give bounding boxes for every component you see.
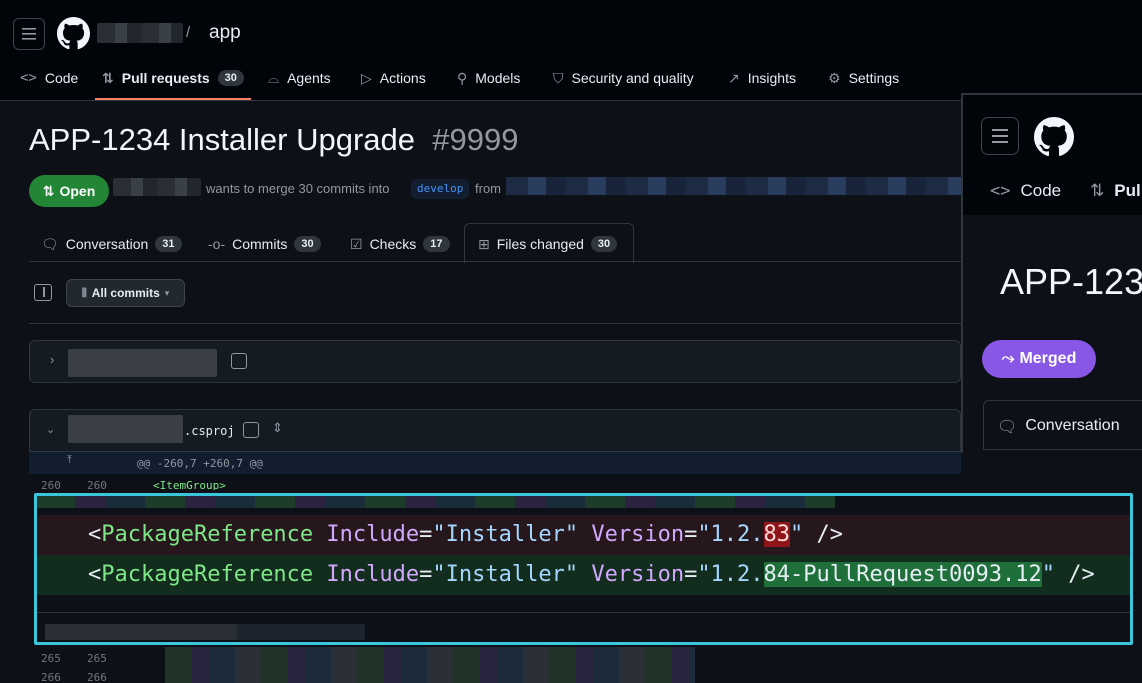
breadcrumb-separator: / [186,24,191,41]
tab-checks-label: Checks [369,236,417,252]
conversation-counter: 31 [155,236,182,252]
tab-commits-label: Commits [232,236,288,252]
status-badge-label: Open [59,183,96,199]
tab-models[interactable]: ⚲ Models [457,66,520,90]
merged-status-label: Merged [1019,350,1077,367]
inset-tab-pull-label: Pul [1114,181,1141,200]
shield-icon: ⛉ [553,69,564,86]
hamburger-icon [22,28,36,40]
tab-pull-requests-label: Pull requests [121,70,210,86]
checklist-icon: ☑ [350,235,363,252]
inset-tab-conversation-label: Conversation [1025,417,1120,434]
from-label: from [475,181,501,196]
tab-insights-label: Insights [747,70,796,86]
hamburger-icon [992,129,1008,143]
commit-icon: -o- [208,236,226,252]
comment-icon: 🗨 [997,419,1018,436]
author-redacted[interactable] [113,178,201,196]
chevron-down-icon[interactable]: ⌄ [46,423,55,436]
agents-icon: ⌓ [268,69,280,86]
pr-number: #9999 [432,122,519,157]
file-name-redacted[interactable] [68,349,217,377]
gear-icon: ⚙ [828,69,841,86]
tab-files-changed[interactable]: ⊞ Files changed 30 [478,232,618,256]
inset-tab-conversation[interactable]: 🗨 Conversation [997,417,1120,437]
line-number-new: 265 [87,652,107,665]
line-number-new: 266 [87,671,107,683]
inset-tab-code[interactable]: <> Code [990,181,1061,201]
tab-pull-requests[interactable]: ⇅ Pull requests 30 [102,66,244,90]
inset-tab-code-label: Code [1020,181,1062,200]
code-icon: <> [20,70,37,86]
tab-agents[interactable]: ⌓ Agents [268,66,331,90]
pull-request-icon: ⇅ [102,69,114,86]
tab-security-label: Security and quality [571,70,694,86]
chevron-right-icon[interactable]: › [50,352,54,367]
toolbar-divider [29,323,961,324]
caret-down-icon: ▾ [164,287,170,298]
menu-button[interactable] [981,117,1019,155]
copy-icon[interactable] [231,353,247,369]
tab-settings[interactable]: ⚙ Settings [828,66,899,90]
merged-pr-inset: <> Code ⇅ Pul APP-123 ⤳ Merged 🗨 Conversatio… [961,93,1142,453]
tab-agents-label: Agents [287,70,331,86]
tab-code-label: Code [44,70,79,86]
line-number-old: 265 [41,652,61,665]
tab-checks[interactable]: ☑ Checks 17 [350,232,450,256]
commits-filter-label: All commits [91,286,160,300]
source-branch-redacted[interactable] [506,177,961,195]
tab-files-changed-label: Files changed [496,236,584,252]
play-icon: ▷ [361,69,372,86]
hunk-header-text: @@ -260,7 +260,7 @@ [137,457,263,470]
highlight-frame [34,493,1133,645]
github-logo-icon[interactable] [57,17,90,50]
tab-settings-label: Settings [848,70,900,86]
active-tab-underline [95,98,251,100]
merge-description: wants to merge 30 commits into [206,181,390,196]
tab-actions-label: Actions [379,70,426,86]
commits-counter: 30 [294,236,321,252]
expand-icon[interactable]: ⇕ [272,420,283,436]
base-branch-label[interactable]: develop [411,179,470,199]
expand-up-icon[interactable]: ⤒ [67,454,72,467]
tab-commits[interactable]: -o- Commits 30 [208,232,321,256]
checks-counter: 17 [423,236,450,252]
tab-insights[interactable]: ↗ Insights [728,66,796,90]
tab-security[interactable]: ⛉ Security and quality [553,66,694,90]
tabs-divider [29,261,961,262]
file-path-redacted[interactable] [68,415,183,443]
tab-conversation-label: Conversation [65,236,149,252]
owner-name-redacted[interactable] [97,23,183,43]
pull-requests-counter: 30 [217,70,244,86]
inset-pr-title: APP-123 [1000,261,1142,302]
pull-request-icon: ⇅ [1090,181,1105,200]
line-number-old: 266 [41,671,61,683]
commits-filter-dropdown[interactable]: ⫴ All commits ▾ [66,279,185,307]
redacted-lines [165,647,695,683]
file-diff-icon: ⊞ [478,235,490,252]
tab-code[interactable]: <> Code [20,66,78,90]
merged-status-badge: ⤳ Merged [982,340,1096,378]
pr-title-text: APP-1234 Installer Upgrade [29,122,416,157]
tab-conversation[interactable]: 🗨 Conversation 31 [41,232,182,256]
page-title: APP-1234 Installer Upgrade #9999 [29,122,518,158]
copy-icon[interactable] [243,422,259,438]
code-icon: <> [990,181,1011,201]
file-extension: .csproj [184,424,235,438]
inset-tab-pull-requests[interactable]: ⇅ Pul [1090,181,1141,201]
tab-actions[interactable]: ▷ Actions [361,66,426,90]
repo-name-link[interactable]: app [209,22,241,44]
menu-button[interactable] [13,18,45,50]
files-changed-counter: 30 [590,236,618,252]
graph-icon: ↗ [728,69,740,86]
tab-models-label: Models [475,70,521,86]
comment-icon: 🗨 [41,235,59,252]
merge-icon: ⤳ [1001,350,1015,367]
file-tree-toggle-icon[interactable] [34,284,52,301]
commits-filter-icon: ⫴ [81,285,87,300]
github-logo-icon[interactable] [1034,117,1074,157]
pull-request-icon: ⇅ [42,182,55,199]
models-icon: ⚲ [457,69,468,86]
status-badge: ⇅ Open [29,175,109,207]
